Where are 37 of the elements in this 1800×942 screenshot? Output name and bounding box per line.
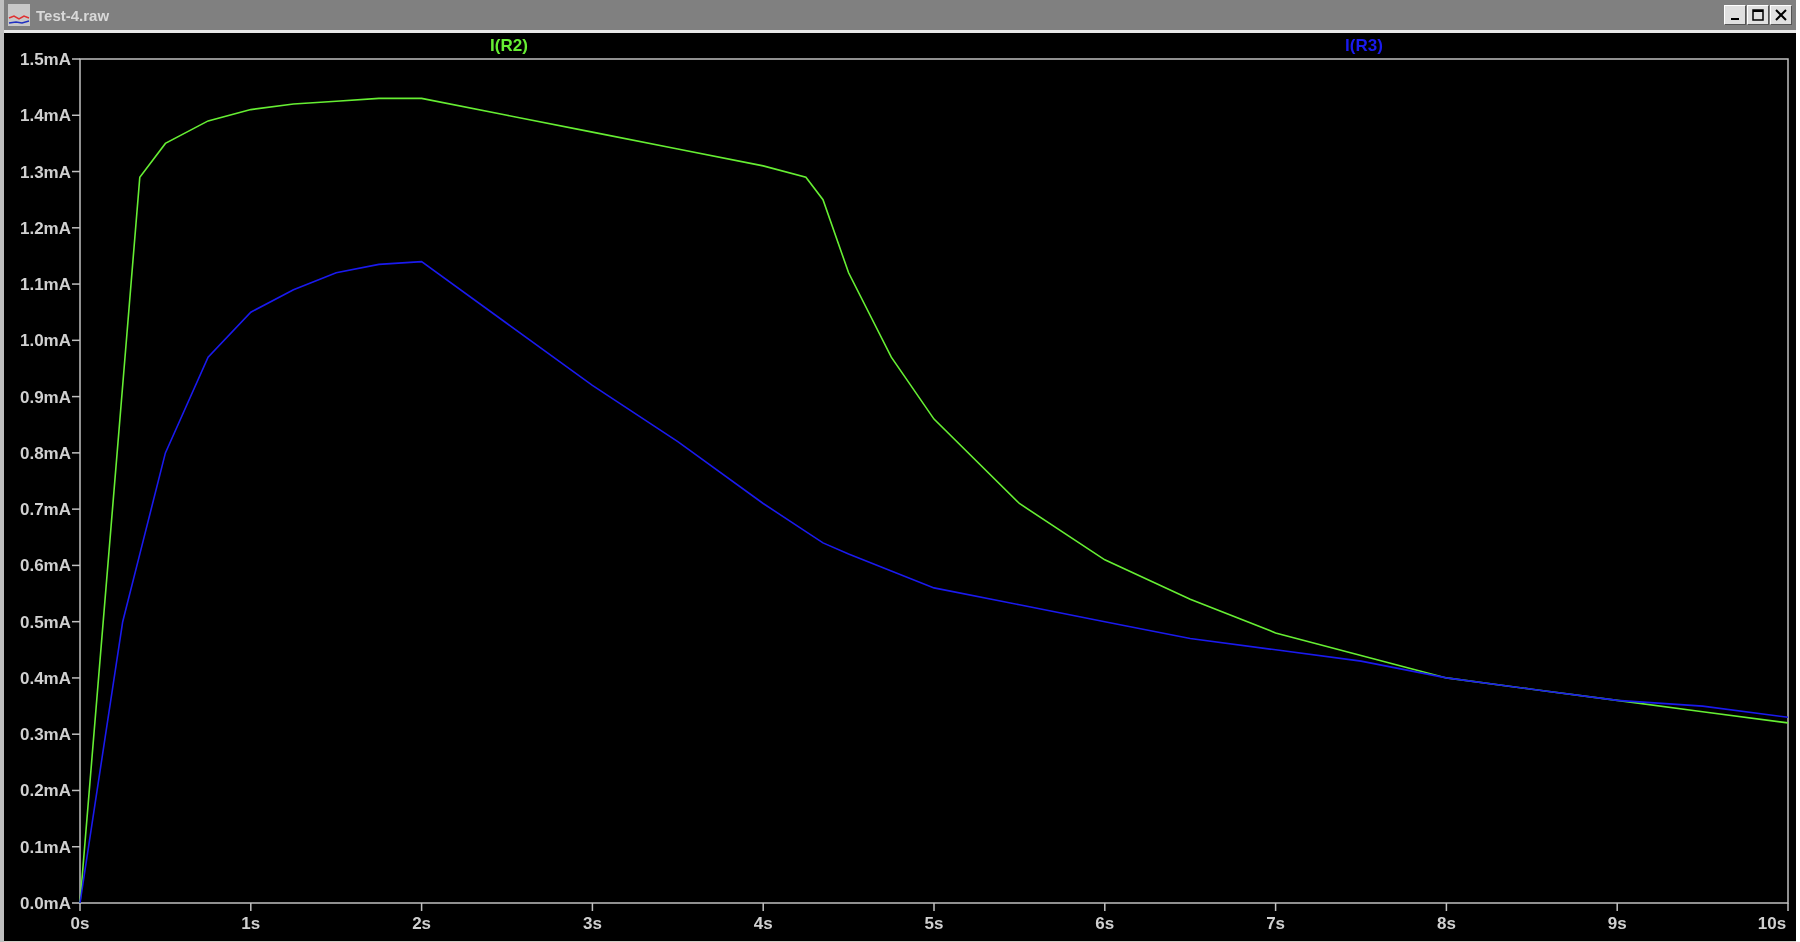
- y-tick-label: 0.1mA: [19, 837, 71, 857]
- close-button[interactable]: [1770, 5, 1792, 25]
- y-tick-label: 0.9mA: [19, 387, 71, 407]
- y-tick-label: 0.8mA: [19, 443, 71, 463]
- y-tick-label: 1.0mA: [19, 331, 71, 351]
- y-tick-label: 1.5mA: [19, 50, 71, 69]
- x-tick-label: 6s: [1095, 914, 1115, 933]
- legend-label: I(R2): [490, 36, 528, 55]
- x-tick-label: 3s: [582, 914, 602, 933]
- legend-label: I(R3): [1345, 36, 1383, 55]
- y-tick-label: 1.1mA: [19, 275, 71, 295]
- y-tick-label: 0.4mA: [19, 668, 71, 688]
- close-icon: [1775, 9, 1787, 21]
- maximize-button[interactable]: [1747, 5, 1769, 25]
- x-tick-label: 7s: [1266, 914, 1286, 933]
- x-tick-label: 4s: [753, 914, 773, 933]
- x-tick-label: 1s: [241, 914, 261, 933]
- y-tick-label: 0.5mA: [19, 612, 71, 632]
- minimize-button[interactable]: [1724, 5, 1746, 25]
- y-tick-label: 1.2mA: [19, 218, 71, 238]
- x-tick-label: 5s: [924, 914, 944, 933]
- x-tick-label: 9s: [1607, 914, 1627, 933]
- x-tick-label: 8s: [1436, 914, 1456, 933]
- maximize-icon: [1752, 9, 1764, 21]
- y-tick-label: 0.0mA: [19, 894, 71, 913]
- x-tick-label: 10s: [1757, 914, 1787, 933]
- minimize-icon: [1731, 18, 1739, 20]
- x-tick-label: 2s: [412, 914, 432, 933]
- y-tick-label: 0.3mA: [19, 725, 71, 745]
- y-tick-label: 0.6mA: [19, 556, 71, 576]
- y-tick-label: 1.3mA: [19, 162, 71, 182]
- y-tick-label: 0.2mA: [19, 781, 71, 801]
- window-title: Test-4.raw: [36, 6, 111, 24]
- y-tick-label: 0.7mA: [19, 500, 71, 520]
- y-tick-label: 1.4mA: [19, 106, 71, 126]
- chart-icon: [8, 4, 30, 26]
- x-tick-label: 0s: [70, 914, 90, 933]
